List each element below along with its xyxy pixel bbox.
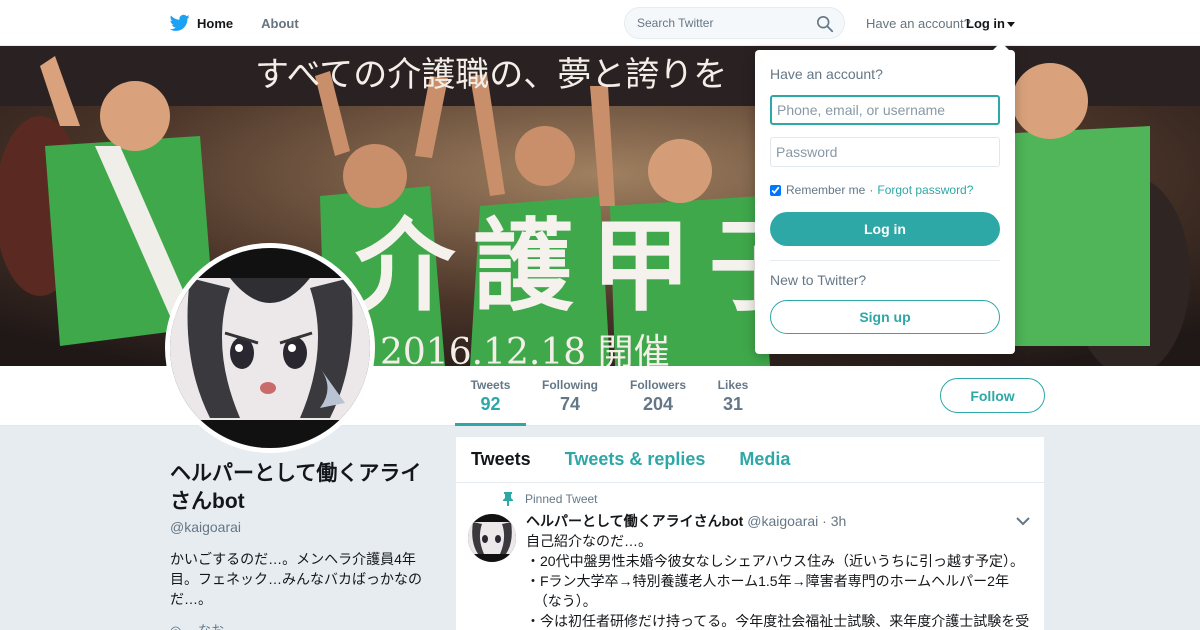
stat-value: 204 [642,394,674,414]
pinned-tweet[interactable]: Pinned Tweet ヘルパーとして働くアライさんbot @kaigoara… [456,483,1044,630]
tweet-text: 自己紹介なのだ…。 ・20代中盤男性未婚今彼女なしシェアハウス住み（近いうちに引… [526,533,1030,629]
tweet-avatar[interactable] [468,514,516,562]
login-menu[interactable]: Log in [966,16,1015,31]
tab-tweets[interactable]: Tweets [471,449,531,470]
stat-tweets[interactable]: Tweets 92 [455,366,526,426]
stat-label: Likes [717,378,749,392]
signup-button[interactable]: Sign up [770,300,1000,334]
profile-name[interactable]: ヘルパーとして働くアライさんbot [170,460,425,516]
nav-about-label: About [261,15,299,31]
banner-top-text: すべての介護職の、夢と誇りを [255,55,727,95]
chevron-down-icon[interactable] [1016,516,1030,526]
remember-row: Remember me · Forgot password? [770,183,973,197]
profile-bio: かいごするのだ…。メンヘラ介護員4年目。フェネック…みんなバカばっかなのだ…。 [170,551,422,607]
nav-home-label: Home [197,15,234,31]
forgot-password-link[interactable]: Forgot password? [877,183,973,197]
login-dropdown: Have an account? Remember me · Forgot pa… [755,42,1015,354]
stat-followers[interactable]: Followers 204 [624,366,692,426]
password-input[interactable] [770,137,1000,167]
dropdown-title: Have an account? [770,66,883,82]
dropdown-divider [770,260,1000,261]
nav-about[interactable]: About [261,16,299,31]
username-input[interactable] [770,95,1000,125]
search-icon[interactable] [816,15,834,33]
search-input[interactable]: Search Twitter [624,7,845,39]
remember-checkbox[interactable] [770,184,781,196]
tweet-handle[interactable]: @kaigoarai [747,513,818,529]
separator-dot: · [869,183,874,197]
tweet-time[interactable]: · 3h [822,513,846,529]
follow-button[interactable]: Follow [940,378,1045,413]
nav-left: Home About [170,0,327,46]
login-button[interactable]: Log in [770,212,1000,246]
caret-down-icon [1007,22,1015,28]
account-prompt: Have an account? [866,16,971,31]
stat-value: 74 [559,394,581,414]
stat-label: Tweets [470,378,511,392]
dropdown-arrow [993,42,1009,50]
twitter-bird-icon [170,14,190,31]
avatar-image [170,248,370,448]
stat-label: Following [542,378,598,392]
remember-label[interactable]: Remember me [786,183,865,197]
profile-location: ◎ …なお [170,620,224,630]
banner-date-text: 2016.12.18 開催 [380,332,670,366]
login-menu-label: Log in [966,16,1005,31]
tweet-avatar-image [468,514,516,562]
stat-value: 92 [480,394,501,414]
timeline: Tweets Tweets & replies Media Pinned Twe… [456,437,1044,630]
stat-label: Followers [629,378,686,392]
profile-avatar[interactable] [165,243,375,453]
nav-home[interactable]: Home [170,14,233,32]
profile-screen-name[interactable]: @kaigoarai [170,519,241,535]
timeline-tabs: Tweets Tweets & replies Media [456,437,1044,483]
stat-value: 31 [722,394,744,414]
stat-following[interactable]: Following 74 [536,366,604,426]
stat-likes[interactable]: Likes 31 [712,366,754,426]
tweet-fullname[interactable]: ヘルパーとして働くアライさんbot [526,513,743,529]
top-nav: Home About Search Twitter Have an accoun… [0,0,1200,46]
tab-tweets-replies[interactable]: Tweets & replies [565,449,706,470]
new-to-twitter-label: New to Twitter? [770,272,867,288]
pinned-label: Pinned Tweet [525,492,598,506]
pin-icon [503,492,513,506]
tab-media[interactable]: Media [739,449,790,470]
tweet-header: ヘルパーとして働くアライさんbot @kaigoarai · 3h [526,511,846,531]
search-placeholder: Search Twitter [637,16,714,30]
